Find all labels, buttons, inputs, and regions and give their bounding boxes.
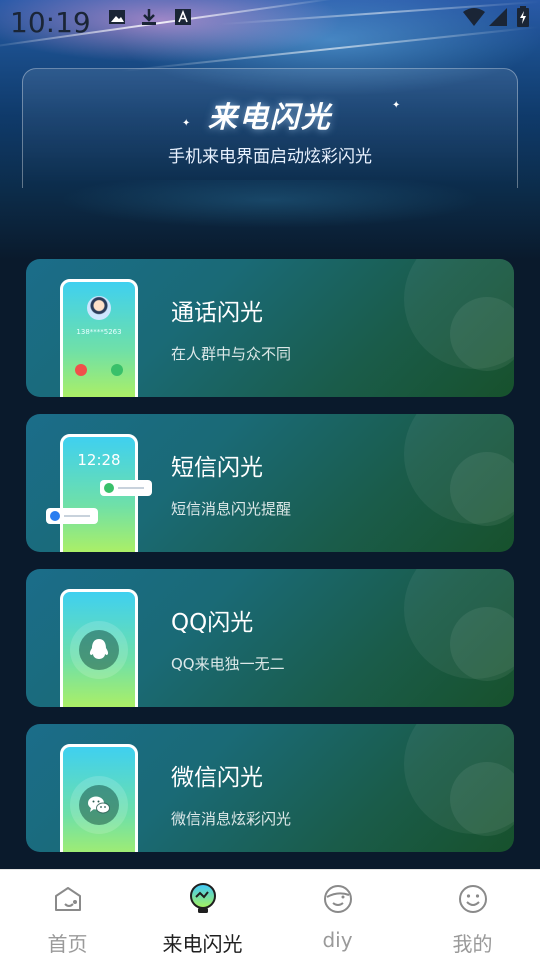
answer-icon bbox=[111, 364, 123, 376]
qq-flash-card[interactable]: QQ闪光 QQ来电独一无二 bbox=[26, 569, 514, 707]
lightbulb-icon bbox=[189, 883, 216, 913]
nav-item-home[interactable]: 首页 bbox=[0, 870, 135, 960]
wifi-icon bbox=[463, 8, 485, 26]
card-description: 微信消息炫彩闪光 bbox=[171, 810, 292, 828]
sms-flash-card[interactable]: 12:28 短信闪光 短信消息闪光提醒 bbox=[26, 414, 514, 552]
nav-item-mine[interactable]: 我的 bbox=[405, 870, 540, 960]
nav-item-call-flash[interactable]: 来电闪光 bbox=[135, 870, 270, 960]
smiley-icon bbox=[458, 885, 487, 913]
battery-icon bbox=[517, 6, 529, 27]
phone-wechat-illustration bbox=[60, 744, 138, 852]
image-icon bbox=[109, 10, 125, 24]
avatar bbox=[87, 296, 111, 320]
nav-label: diy bbox=[322, 928, 353, 952]
card-description: 短信消息闪光提醒 bbox=[171, 500, 292, 518]
card-title: 通话闪光 bbox=[171, 300, 263, 326]
download-icon bbox=[142, 9, 156, 25]
signal-icon bbox=[489, 8, 507, 26]
diy-face-icon bbox=[323, 885, 352, 913]
status-time: 10:19 bbox=[10, 6, 91, 39]
qq-penguin-icon bbox=[89, 639, 109, 659]
phone-call-illustration: 138****5263 bbox=[60, 279, 138, 397]
caller-number: 138****5263 bbox=[76, 328, 122, 336]
wechat-icon bbox=[88, 796, 110, 814]
message-bubble-icon bbox=[46, 508, 98, 524]
nav-label: 来电闪光 bbox=[162, 932, 243, 956]
card-title: 微信闪光 bbox=[171, 765, 263, 791]
phone-qq-illustration bbox=[60, 589, 138, 707]
status-bar: 10:19 bbox=[0, 0, 540, 44]
phone-time: 12:28 bbox=[77, 451, 121, 469]
nav-label: 我的 bbox=[452, 932, 493, 956]
nav-item-diy[interactable]: diy bbox=[270, 870, 405, 960]
page-subtitle: 手机来电界面启动炫彩闪光 bbox=[168, 147, 372, 167]
call-flash-card[interactable]: 138****5263 通话闪光 在人群中与众不同 bbox=[26, 259, 514, 397]
bottom-nav: 首页 来电闪光 diy 我的 bbox=[0, 869, 540, 960]
a-icon bbox=[175, 9, 191, 25]
message-bubble-icon bbox=[100, 480, 152, 496]
page-title: 来电闪光 bbox=[207, 100, 332, 134]
home-icon bbox=[54, 887, 81, 911]
card-title: 短信闪光 bbox=[171, 455, 263, 481]
card-description: 在人群中与众不同 bbox=[171, 345, 292, 363]
card-title: QQ闪光 bbox=[171, 610, 254, 636]
card-description: QQ来电独一无二 bbox=[171, 655, 285, 673]
hangup-icon bbox=[75, 364, 87, 376]
wechat-flash-card[interactable]: 微信闪光 微信消息炫彩闪光 bbox=[26, 724, 514, 852]
nav-label: 首页 bbox=[47, 932, 88, 956]
